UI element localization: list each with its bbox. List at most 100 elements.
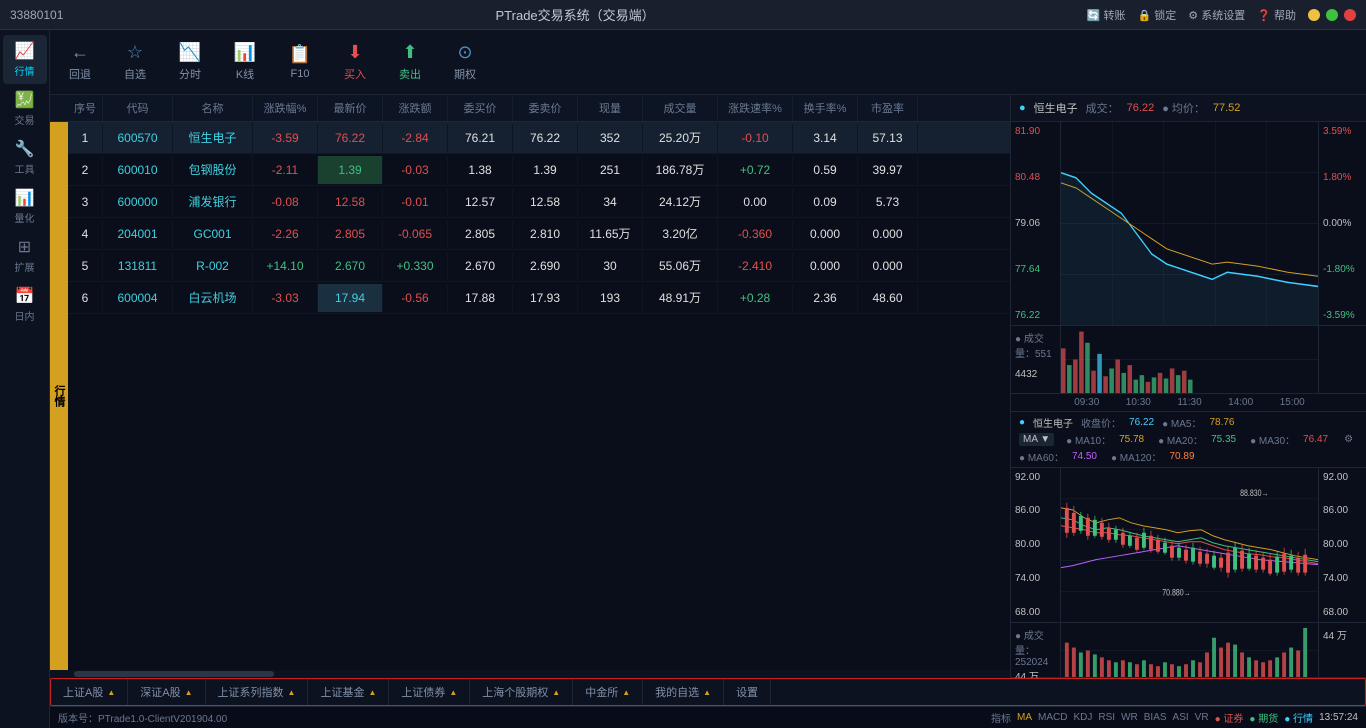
time-5: 15:00 [1280, 397, 1305, 408]
tab-my-watchlist[interactable]: 我的自选 ▲ [643, 679, 724, 705]
sidebar-item-dayinner[interactable]: 📅 日内 [3, 280, 47, 329]
tab-sh-options[interactable]: 上海个股期权 ▲ [470, 679, 573, 705]
pct-3: -1.80% [1323, 264, 1362, 275]
cell-vol: 251 [578, 156, 643, 184]
cell-pct: -3.59 [253, 124, 318, 152]
tab-shzc-index[interactable]: 上证系列指数 ▲ [206, 679, 309, 705]
sidebar-item-trade[interactable]: 💹 交易 [3, 84, 47, 133]
cell-code: 600570 [103, 124, 173, 152]
table-row[interactable]: 5 131811 R-002 +14.10 2.670 +0.330 2.670… [68, 250, 1010, 282]
cell-pct: +14.10 [253, 252, 318, 280]
lock-btn[interactable]: 🔒 锁定 [1138, 7, 1177, 23]
minimize-btn[interactable] [1308, 9, 1320, 21]
bottom-tabs: 上证A股 ▲ 深证A股 ▲ 上证系列指数 ▲ 上证基金 ▲ 上证债券 ▲ 上海个… [50, 678, 1366, 706]
ma10-val: 75.78 [1119, 434, 1144, 445]
table-row[interactable]: 2 600010 包钢股份 -2.11 1.39 -0.03 1.38 1.39… [68, 154, 1010, 186]
sidebar-item-quant[interactable]: 📊 量化 [3, 182, 47, 231]
tab-shenzhen-a[interactable]: 上证A股 ▲ [51, 679, 128, 705]
cell-vol: 193 [578, 284, 643, 312]
sidebar-item-expand[interactable]: ⊞ 扩展 [3, 231, 47, 280]
indicator-tab-bias[interactable]: BIAS [1144, 712, 1167, 723]
y-price-bottom: 76.22 [1015, 310, 1056, 321]
pct-bottom: -3.59% [1323, 310, 1362, 321]
col-code: 代码 [103, 95, 173, 121]
cell-speed: -2.410 [718, 252, 793, 280]
kline-button[interactable]: 📊 K线 [225, 38, 265, 86]
side-tab-market[interactable]: 行情 [50, 122, 68, 670]
help-btn[interactable]: ❓ 帮助 [1257, 7, 1296, 23]
tab-shzcb-arrow: ▲ [449, 688, 457, 697]
indicator-tab-zhibiao[interactable]: 指标 [991, 710, 1011, 725]
maximize-btn[interactable] [1326, 9, 1338, 21]
ma60-label: ● MA60： [1019, 449, 1064, 464]
ma120-val: 70.89 [1170, 451, 1195, 462]
indicator-tab-wr[interactable]: WR [1121, 712, 1138, 723]
tab-shenzen-a[interactable]: 深证A股 ▲ [128, 679, 205, 705]
sell-label: 卖出 [399, 66, 421, 82]
cell-turnover: 2.36 [793, 284, 858, 312]
cell-change: -0.01 [383, 188, 448, 216]
f10-button[interactable]: 📋 F10 [280, 40, 320, 84]
indicator-tab-asi[interactable]: ASI [1173, 712, 1189, 723]
kline-volume-chart [1061, 623, 1318, 677]
scroll-thumb[interactable] [74, 671, 274, 677]
cell-vol: 352 [578, 124, 643, 152]
options-button[interactable]: ⊙ 期权 [445, 38, 485, 86]
sidebar-item-market[interactable]: 📈 行情 [3, 35, 47, 84]
version-info: 版本号：PTrade1.0-ClientV201904.00 [58, 710, 227, 725]
toolbar: ← 回退 ☆ 自选 📉 分时 📊 K线 📋 F10 ⬇ 买入 [50, 30, 1366, 95]
svg-text:70.880→: 70.880→ [1162, 587, 1190, 597]
indicator-tab-macd[interactable]: MACD [1038, 712, 1067, 723]
title-bar: 33880101 PTrade交易系统（交易端） 🔄 转账 🔒 锁定 ⚙ 系统设… [0, 0, 1366, 30]
cell-name: 浦发银行 [173, 186, 253, 217]
settings-icon[interactable]: ⚙ [1344, 434, 1353, 445]
table-row[interactable]: 4 204001 GC001 -2.26 2.805 -0.065 2.805 … [68, 218, 1010, 250]
cell-speed: +0.72 [718, 156, 793, 184]
tab-shzc-fund[interactable]: 上证基金 ▲ [308, 679, 389, 705]
table-row[interactable]: 3 600000 浦发银行 -0.08 12.58 -0.01 12.57 12… [68, 186, 1010, 218]
ma-indicator-bar: ● 恒生电子 收盘价： 76.22 ● MA5： 78.76 MA ▼ ● MA… [1011, 412, 1366, 468]
cell-name: 白云机场 [173, 282, 253, 313]
horizontal-scrollbar[interactable] [50, 670, 1010, 678]
indicator-tab-vr[interactable]: VR [1195, 712, 1209, 723]
back-button[interactable]: ← 回退 [60, 38, 100, 86]
chart-deal-price: 76.22 [1127, 102, 1155, 114]
buy-button[interactable]: ⬇ 买入 [335, 38, 375, 86]
table-row[interactable]: 1 600570 恒生电子 -3.59 76.22 -2.84 76.21 76… [68, 122, 1010, 154]
table-row[interactable]: 6 600004 白云机场 -3.03 17.94 -0.56 17.88 17… [68, 282, 1010, 314]
timeshare-label: 分时 [179, 66, 201, 82]
cell-pe: 0.000 [858, 252, 918, 280]
main-body: 序号 代码 名称 涨跌幅% 最新价 涨跌额 委买价 委卖价 现量 成交量 涨跌速… [50, 95, 1366, 678]
cell-sell: 2.690 [513, 252, 578, 280]
cell-change: -0.56 [383, 284, 448, 312]
chart-panel: ● 恒生电子 成交： 76.22 ● 均价： 77.52 81.90 80.48… [1010, 95, 1366, 678]
transfer-btn[interactable]: 🔄 转账 [1087, 7, 1126, 23]
indicator-tab-ma[interactable]: MA [1017, 712, 1032, 723]
tab-shzc-bond[interactable]: 上证债券 ▲ [389, 679, 470, 705]
dayinner-icon: 📅 [15, 286, 35, 306]
sidebar-item-tools[interactable]: 🔧 工具 [3, 133, 47, 182]
stock-table: 1 600570 恒生电子 -3.59 76.22 -2.84 76.21 76… [68, 122, 1010, 670]
cell-pct: -0.08 [253, 188, 318, 216]
indicator-tab-rsi[interactable]: RSI [1098, 712, 1115, 723]
cell-name: R-002 [173, 252, 253, 280]
kline-y-2: 80.00 [1015, 539, 1056, 550]
kline-y-top: 92.00 [1015, 472, 1056, 483]
cell-sell: 12.58 [513, 188, 578, 216]
watchlist-button[interactable]: ☆ 自选 [115, 38, 155, 86]
indicator-tab-kdj[interactable]: KDJ [1074, 712, 1093, 723]
sidebar-label-trade: 交易 [15, 112, 35, 127]
ma-select[interactable]: MA ▼ [1019, 433, 1054, 446]
tab-settings[interactable]: 设置 [724, 679, 771, 705]
timeshare-button[interactable]: 📉 分时 [170, 38, 210, 86]
pct-1: 1.80% [1323, 172, 1362, 183]
pct-top: 3.59% [1323, 126, 1362, 137]
sell-button[interactable]: ⬆ 卖出 [390, 38, 430, 86]
sidebar-label-tools: 工具 [15, 161, 35, 176]
table-header: 序号 代码 名称 涨跌幅% 最新价 涨跌额 委买价 委卖价 现量 成交量 涨跌速… [50, 95, 1010, 122]
close-btn[interactable] [1344, 9, 1356, 21]
settings-btn[interactable]: ⚙ 系统设置 [1188, 7, 1245, 23]
vol-max-top: 4432 [1015, 369, 1056, 380]
tab-zjj[interactable]: 中金所 ▲ [573, 679, 643, 705]
col-name: 名称 [173, 95, 253, 121]
